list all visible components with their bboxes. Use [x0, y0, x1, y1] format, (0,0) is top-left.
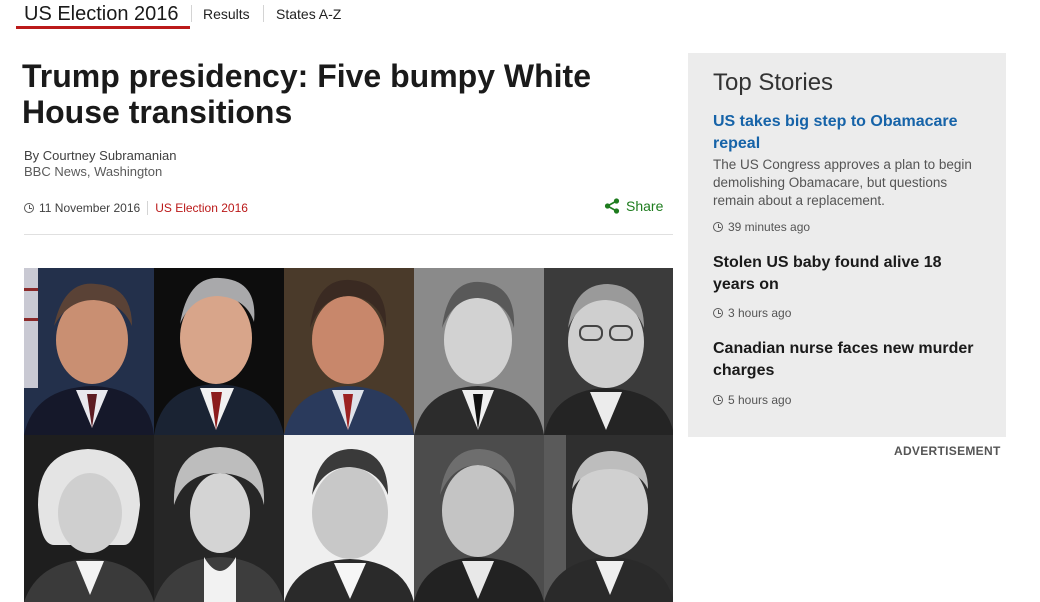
portrait-harry-truman: [544, 268, 673, 435]
portrait-john-adams: [24, 435, 154, 602]
story-time-text: 39 minutes ago: [728, 220, 811, 234]
story-time-text: 5 hours ago: [728, 393, 792, 407]
share-icon: [604, 198, 620, 214]
article-meta: 11 November 2016 US Election 2016: [24, 201, 248, 215]
advertisement-label: ADVERTISEMENT: [894, 444, 1001, 458]
portrait-ronald-reagan: [284, 268, 414, 435]
story-timestamp: 3 hours ago: [713, 306, 791, 320]
clock-icon: [24, 203, 34, 213]
story-timestamp: 39 minutes ago: [713, 220, 810, 234]
nav-divider: [191, 5, 192, 22]
active-section-indicator: [16, 26, 190, 29]
portrait-thomas-jefferson: [154, 435, 284, 602]
share-button[interactable]: Share: [604, 198, 663, 214]
story-link-stolen-baby[interactable]: Stolen US baby found alive 18 years on: [713, 252, 981, 296]
nav-divider: [263, 5, 264, 22]
story-summary: The US Congress approves a plan to begin…: [713, 157, 972, 208]
top-stories-panel: Top Stories US takes big step to Obamaca…: [688, 53, 1006, 437]
share-label: Share: [626, 198, 664, 214]
portrait-herbert-hoover: [284, 435, 414, 602]
portrait-george-w-bush: [154, 268, 284, 435]
story-time-text: 3 hours ago: [728, 306, 792, 320]
clock-icon: [713, 308, 723, 318]
top-stories-title: Top Stories: [713, 69, 834, 96]
portrait-franklin-roosevelt: [414, 435, 544, 602]
portrait-bill-clinton: [24, 268, 154, 435]
portrait-jimmy-carter: [414, 268, 544, 435]
article-headline: Trump presidency: Five bumpy White House…: [22, 58, 591, 130]
author-name: By Courtney Subramanian: [24, 148, 177, 163]
story-link-obamacare[interactable]: US takes big step to Obamacare repeal: [713, 111, 981, 155]
byline: By Courtney Subramanian BBC News, Washin…: [24, 148, 176, 180]
meta-divider: [147, 201, 149, 215]
section-nav: US Election 2016 Results States A-Z: [0, 0, 1040, 30]
nav-link-results[interactable]: Results: [203, 6, 250, 22]
clock-icon: [713, 222, 723, 232]
clock-icon: [713, 395, 723, 405]
nav-link-states-a-z[interactable]: States A-Z: [276, 6, 341, 22]
publish-date: 11 November 2016: [39, 201, 141, 215]
presidents-portrait-collage: [24, 268, 673, 602]
section-tag-link[interactable]: US Election 2016: [155, 201, 248, 215]
section-title[interactable]: US Election 2016: [24, 2, 179, 26]
author-location: BBC News, Washington: [24, 164, 163, 179]
story-link-canadian-nurse[interactable]: Canadian nurse faces new murder charges: [713, 338, 981, 382]
story-timestamp: 5 hours ago: [713, 393, 791, 407]
header-divider: [24, 234, 673, 235]
portrait-dwight-eisenhower: [544, 435, 673, 602]
